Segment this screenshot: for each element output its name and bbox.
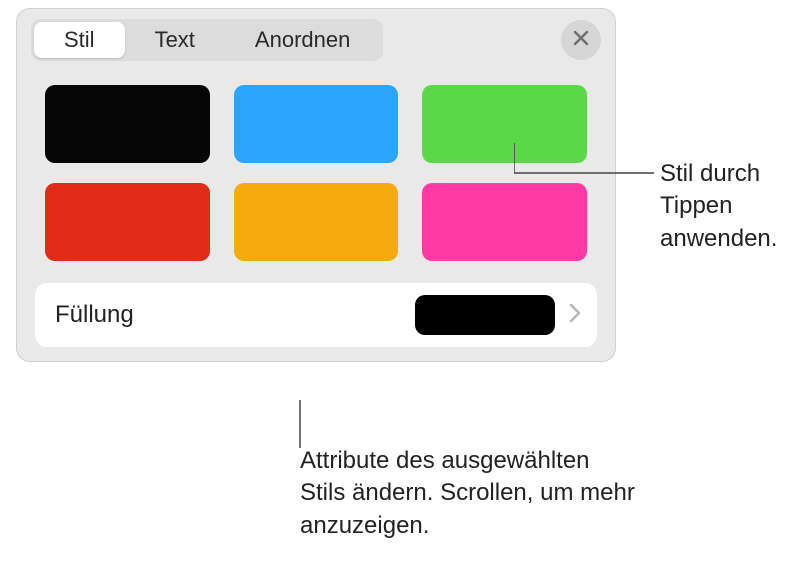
style-swatch-pink[interactable] [422,183,587,261]
style-swatch-grid [17,61,615,279]
chevron-right-icon [569,303,581,328]
tab-segmented-control: Stil Text Anordnen [31,19,383,61]
close-button[interactable] [561,20,601,60]
panel-header: Stil Text Anordnen [17,9,615,61]
callout-tap-to-apply: Stil durch Tippen anwenden. [660,158,800,255]
style-swatch-black[interactable] [45,85,210,163]
tab-style[interactable]: Stil [34,22,125,58]
close-icon [572,29,590,52]
style-swatch-blue[interactable] [234,85,399,163]
tab-text[interactable]: Text [125,22,225,58]
style-swatch-red[interactable] [45,183,210,261]
tab-arrange[interactable]: Anordnen [225,22,380,58]
fill-color-value [415,295,555,335]
callout-leader-bottom [295,400,305,448]
fill-label: Füllung [55,301,415,329]
callout-edit-attributes: Attribute des ausgewählten Stils ändern.… [300,445,640,542]
style-swatch-green[interactable] [422,85,587,163]
style-swatch-orange[interactable] [234,183,399,261]
style-panel: Stil Text Anordnen Füllung [16,8,616,362]
fill-row[interactable]: Füllung [35,283,597,347]
